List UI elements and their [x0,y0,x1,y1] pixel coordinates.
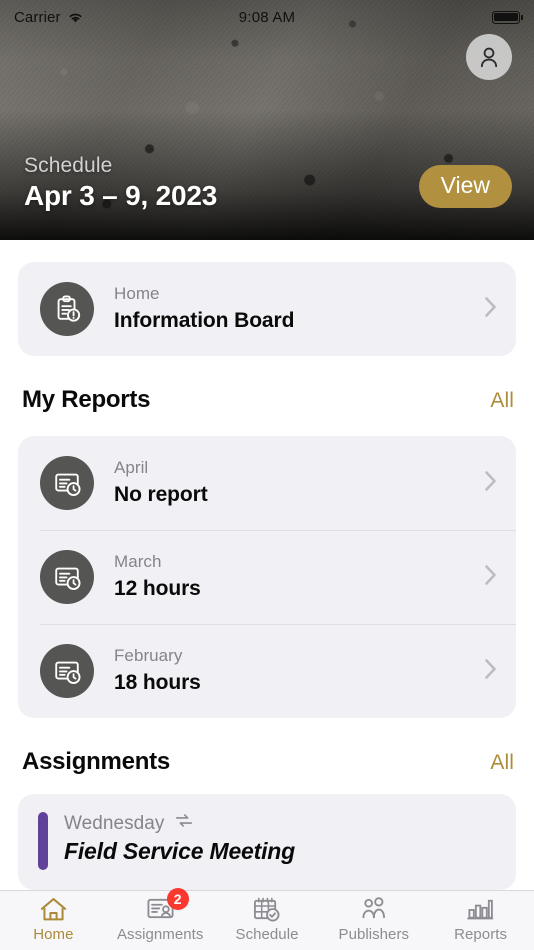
status-bar-right [370,10,523,24]
repeat-icon [174,812,194,835]
report-clock-icon [40,456,94,510]
tab-publishers[interactable]: Publishers [320,895,427,943]
report-month: March [114,552,162,572]
report-text: March 12 hours [114,551,474,602]
assignment-accent-bar [38,812,48,870]
information-board-text: Home Information Board [114,283,474,334]
tab-reports[interactable]: Reports [427,895,534,943]
report-value: 12 hours [114,577,201,601]
report-row[interactable]: April No report [18,436,516,530]
tab-home-label: Home [33,926,74,943]
status-bar-clock: 9:08 AM [238,8,296,26]
assignments-all-link[interactable]: All [490,751,514,775]
information-board-title: Information Board [114,309,295,333]
status-bar-left: Carrier [14,9,164,26]
information-board-row[interactable]: Home Information Board [18,262,516,356]
assignments-badge: 2 [166,888,189,910]
tab-assignments[interactable]: 2 Assignments [107,888,214,943]
chevron-right-icon [484,296,498,323]
wifi-icon [67,11,84,24]
home-icon [39,895,68,923]
clipboard-alert-icon [40,282,94,336]
tab-publishers-label: Publishers [338,926,410,943]
bar-chart-icon [466,895,495,923]
report-clock-icon [40,550,94,604]
report-text: April No report [114,457,474,508]
tab-schedule-label: Schedule [235,926,299,943]
assignments-header: Assignments All [22,748,514,776]
hero-banner: Carrier 9:08 AM Schedule Apr 3 – 9, 2023… [0,0,534,240]
bottom-tab-bar: Home 2 Assignments Schedule Publishers R… [0,888,534,950]
person-icon [480,47,498,68]
assignment-title: Field Service Meeting [64,838,295,864]
chevron-right-icon [484,658,498,685]
tab-home[interactable]: Home [0,895,107,943]
information-board-card[interactable]: Home Information Board [18,262,516,356]
report-month: April [114,458,149,478]
status-bar: Carrier 9:08 AM [0,0,534,34]
report-text: February 18 hours [114,645,474,696]
hero-title: Apr 3 – 9, 2023 [24,180,218,211]
assignment-card[interactable]: Wednesday Field Service Meeting [18,794,516,890]
tab-schedule[interactable]: Schedule [214,895,321,943]
chevron-right-icon [484,564,498,591]
assignment-day: Wednesday [64,812,165,834]
my-reports-title: My Reports [22,386,151,413]
calendar-check-icon [252,895,281,923]
people-icon [359,895,388,923]
report-row[interactable]: February 18 hours [18,624,516,718]
hero-text-block: Schedule Apr 3 – 9, 2023 [24,154,217,212]
report-value: No report [114,483,208,507]
information-board-subtitle: Home [114,284,160,304]
battery-full-icon [492,10,523,24]
report-month: February [114,646,183,666]
avatar[interactable] [466,34,512,80]
my-reports-header: My Reports All [22,386,514,414]
report-clock-icon [40,644,94,698]
chevron-right-icon [484,470,498,497]
my-reports-all-link[interactable]: All [490,389,514,413]
assignment-day-row: Wednesday [64,812,295,835]
hero-kicker: Schedule [24,154,113,177]
assignments-title: Assignments [22,748,170,775]
assignment-text: Wednesday Field Service Meeting [64,812,295,870]
main-content: Home Information Board My Reports All Ap… [0,240,534,890]
tab-assignments-label: Assignments [116,926,204,943]
my-reports-card: April No report March 12 hours February … [18,436,516,718]
report-row[interactable]: March 12 hours [18,530,516,624]
carrier-label: Carrier [14,8,61,26]
view-schedule-button[interactable]: View [418,164,512,208]
report-value: 18 hours [114,671,201,695]
tab-reports-label: Reports [454,926,508,943]
assignments-icon: 2 [146,888,189,923]
